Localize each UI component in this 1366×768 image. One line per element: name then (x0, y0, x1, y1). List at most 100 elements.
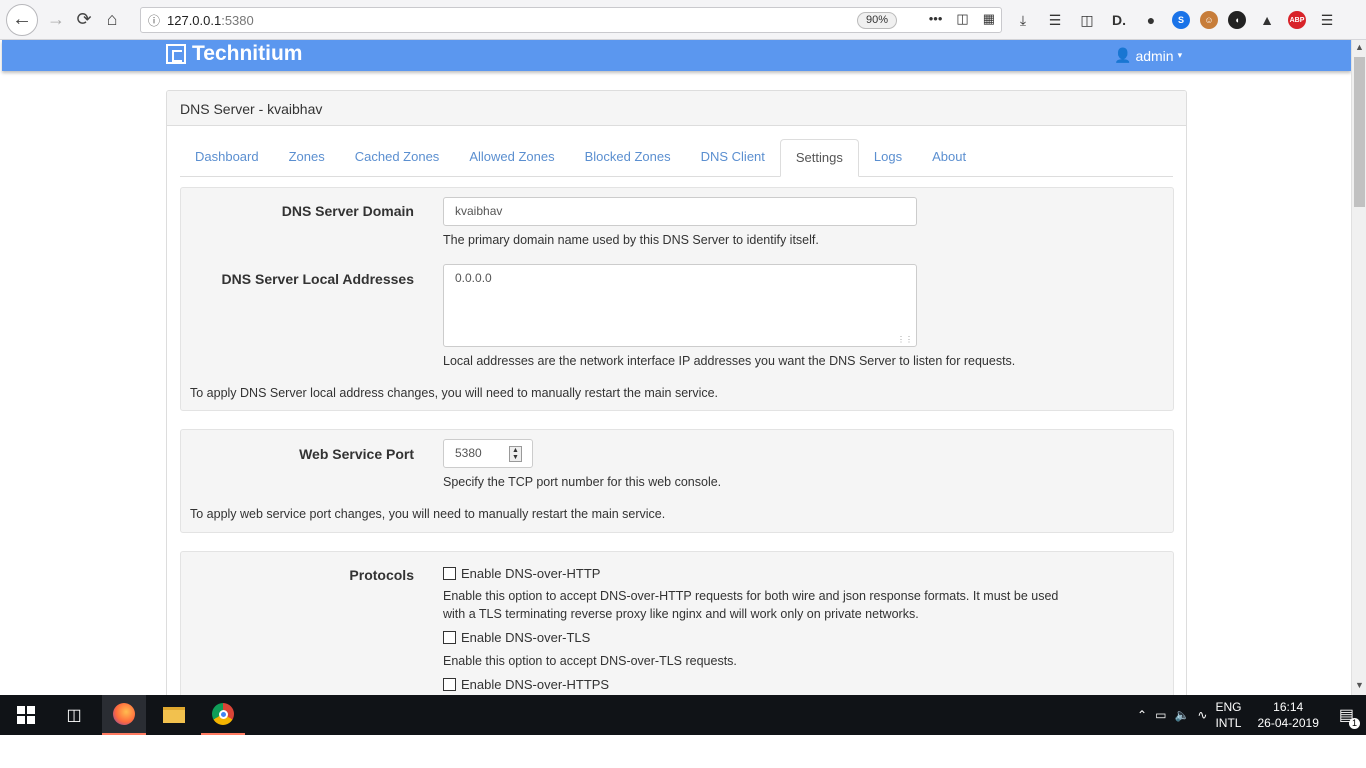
screen-bottom-area (0, 735, 1366, 768)
scroll-down-icon[interactable]: ▼ (1352, 680, 1366, 694)
system-tray: ⌃ ▭ 🔈 ∿ ENG INTL 16:14 26-04-2019 ▤ 1 (1137, 695, 1360, 735)
adblock-icon[interactable]: ABP (1288, 11, 1306, 29)
doh-option[interactable]: Enable DNS-over-HTTP (443, 566, 600, 581)
extension-monkey-icon[interactable]: ☺ (1200, 11, 1218, 29)
language-line-1: ENG (1215, 700, 1242, 714)
tab-bar: Dashboard Zones Cached Zones Allowed Zon… (180, 139, 1173, 177)
web-port-input[interactable]: 5380 ▲ ▼ (443, 439, 533, 468)
server-settings-section: DNS Server Domain kvaibhav The primary d… (180, 187, 1174, 411)
web-port-help: Specify the TCP port number for this web… (443, 475, 722, 489)
local-addresses-value: 0.0.0.0 (455, 271, 492, 285)
tab-settings[interactable]: Settings (779, 139, 859, 177)
extension-ghost-icon[interactable]: ● (1140, 9, 1162, 31)
dohs-label: Enable DNS-over-HTTPS (461, 677, 610, 692)
mouse-icon[interactable]: ◫ (956, 11, 968, 27)
taskbar-firefox[interactable] (102, 695, 146, 735)
language-indicator[interactable]: ENG INTL (1215, 699, 1241, 731)
scroll-thumb[interactable] (1354, 57, 1365, 207)
clock-date: 26-04-2019 (1257, 716, 1319, 730)
task-view-button[interactable]: ◫ (52, 695, 96, 735)
extension-s-icon[interactable]: S (1172, 11, 1190, 29)
brand[interactable]: Technitium (166, 42, 302, 66)
library-icon[interactable]: ☰ (1044, 9, 1066, 31)
task-view-icon: ◫ (66, 707, 82, 724)
user-icon: 👤 (1114, 47, 1132, 63)
protocols-section: Protocols Enable DNS-over-HTTP Enable th… (180, 551, 1174, 709)
technitium-logo-icon (166, 44, 186, 64)
dot-option[interactable]: Enable DNS-over-TLS (443, 630, 590, 645)
forward-button[interactable]: → (42, 6, 70, 34)
volume-icon[interactable]: 🔈 (1174, 708, 1189, 722)
windows-logo-icon (17, 706, 35, 724)
address-bar[interactable]: ⓘ 127.0.0.1:5380 90% ••• ◫ ▦ (140, 7, 1002, 33)
info-icon[interactable]: ⓘ (141, 12, 167, 29)
local-addresses-textarea[interactable]: 0.0.0.0 ⋮⋮ (443, 264, 917, 347)
notification-count: 1 (1349, 718, 1360, 729)
url-port: :5380 (221, 12, 254, 28)
reload-button[interactable]: ⟳ (70, 6, 98, 34)
page-scrollbar[interactable]: ▲ ▼ (1351, 40, 1366, 695)
taskbar-file-explorer[interactable] (152, 695, 196, 735)
web-port-note: To apply web service port changes, you w… (190, 507, 666, 521)
download-icon[interactable]: ⤓ (1012, 9, 1034, 31)
extension-privacy-icon[interactable]: ◖ (1228, 11, 1246, 29)
caret-down-icon: ▾ (1177, 50, 1183, 60)
menu-icon[interactable]: ☰ (1316, 9, 1338, 31)
clock[interactable]: 16:14 26-04-2019 (1257, 699, 1318, 731)
tab-blocked-zones[interactable]: Blocked Zones (570, 139, 686, 177)
protocols-label: Protocols (349, 567, 414, 583)
home-button[interactable]: ⌂ (98, 6, 126, 34)
chrome-icon (212, 703, 234, 725)
sidebar-icon[interactable]: ◫ (1076, 9, 1098, 31)
user-name: admin (1135, 47, 1174, 64)
domain-input[interactable]: kvaibhav (443, 197, 917, 226)
extension-d-icon[interactable]: D. (1108, 9, 1130, 31)
browser-toolbar: ← → ⟳ ⌂ ⓘ 127.0.0.1:5380 90% ••• ◫ ▦ ⤓ ☰… (0, 0, 1366, 40)
page-actions-icon[interactable]: ••• (929, 11, 943, 27)
clock-time: 16:14 (1273, 700, 1304, 714)
scroll-up-icon[interactable]: ▲ (1352, 42, 1366, 56)
local-addresses-note: To apply DNS Server local address change… (190, 386, 719, 400)
web-service-section: Web Service Port 5380 ▲ ▼ Specify the TCP… (180, 429, 1174, 533)
tab-allowed-zones[interactable]: Allowed Zones (454, 139, 569, 177)
doh-help-line-2: with a TLS terminating reverse proxy lik… (443, 607, 919, 621)
extension-hat-icon[interactable]: ▲ (1256, 9, 1278, 31)
resize-grip-icon[interactable]: ⋮⋮ (897, 335, 913, 344)
url-host: 127.0.0.1 (167, 12, 222, 28)
tab-zones[interactable]: Zones (274, 139, 340, 177)
back-button[interactable]: ← (6, 3, 38, 36)
tab-about[interactable]: About (917, 139, 981, 177)
tab-logs[interactable]: Logs (859, 139, 917, 177)
domain-label: DNS Server Domain (281, 203, 414, 219)
chevron-up-icon[interactable]: ⌃ (1137, 708, 1147, 722)
domain-help: The primary domain name used by this DNS… (443, 233, 819, 247)
tab-cached-zones[interactable]: Cached Zones (340, 139, 455, 177)
tab-dns-client[interactable]: DNS Client (686, 139, 780, 177)
dot-checkbox[interactable] (443, 631, 456, 644)
dohs-option[interactable]: Enable DNS-over-HTTPS (443, 677, 609, 692)
dns-server-panel: DNS Server - kvaibhav Dashboard Zones Ca… (166, 90, 1187, 710)
action-center-button[interactable]: ▤ 1 (1339, 705, 1360, 729)
web-port-label: Web Service Port (299, 446, 414, 462)
app-navbar: Technitium 👤 admin ▾ (2, 40, 1351, 71)
battery-icon[interactable]: ▭ (1155, 708, 1166, 722)
doh-checkbox[interactable] (443, 567, 456, 580)
doh-label: Enable DNS-over-HTTP (461, 566, 601, 581)
tab-dashboard[interactable]: Dashboard (180, 139, 274, 177)
web-port-value: 5380 (455, 446, 482, 460)
local-addresses-label: DNS Server Local Addresses (221, 271, 414, 287)
taskbar-chrome[interactable] (201, 695, 245, 735)
start-button[interactable] (4, 695, 48, 735)
folder-icon (163, 707, 185, 723)
qr-code-icon[interactable]: ▦ (983, 11, 995, 27)
language-line-2: INTL (1215, 716, 1242, 730)
dot-label: Enable DNS-over-TLS (461, 630, 591, 645)
firefox-icon (113, 703, 135, 725)
brand-name: Technitium (192, 42, 303, 65)
spinner-arrows-icon[interactable]: ▲ ▼ (509, 446, 522, 462)
dohs-checkbox[interactable] (443, 678, 456, 691)
user-menu[interactable]: 👤 admin ▾ (1114, 47, 1182, 64)
zoom-level-badge[interactable]: 90% (857, 12, 897, 29)
panel-title: DNS Server - kvaibhav (167, 91, 1186, 126)
wifi-icon[interactable]: ∿ (1197, 708, 1207, 722)
